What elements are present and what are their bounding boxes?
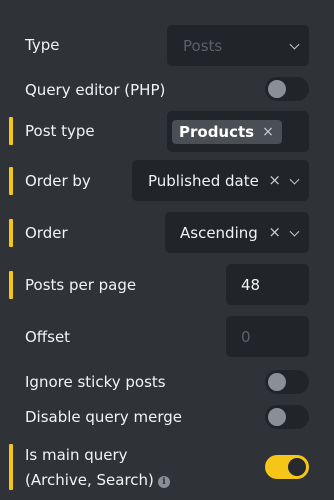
remove-tag-icon[interactable]: × xyxy=(262,125,274,139)
disable-merge-toggle[interactable] xyxy=(265,405,309,429)
posts-per-page-value: 48 xyxy=(241,275,261,294)
toggle-knob xyxy=(268,373,286,391)
order-by-select[interactable]: Published date × xyxy=(132,160,309,201)
disable-merge-label: Disable query merge xyxy=(25,408,182,426)
query-editor-toggle[interactable] xyxy=(265,77,309,101)
type-label: Type xyxy=(25,36,60,54)
offset-input[interactable]: 0 xyxy=(226,316,309,357)
ignore-sticky-toggle[interactable] xyxy=(265,370,309,394)
toggle-knob xyxy=(268,80,286,98)
toggle-knob xyxy=(268,408,286,426)
main-query-label-line1: Is main query xyxy=(25,446,128,464)
chevron-down-icon xyxy=(289,39,300,50)
offset-label: Offset xyxy=(25,328,71,346)
active-marker xyxy=(9,117,13,145)
order-label: Order xyxy=(25,224,68,242)
clear-icon[interactable]: × xyxy=(268,173,281,188)
info-icon[interactable]: i xyxy=(157,476,170,488)
chevron-down-icon xyxy=(289,174,300,185)
post-type-select[interactable]: Products × xyxy=(167,111,309,152)
main-query-toggle[interactable] xyxy=(265,455,309,479)
order-by-value: Published date xyxy=(148,171,259,190)
query-editor-label: Query editor (PHP) xyxy=(25,81,166,99)
active-marker xyxy=(9,167,13,195)
post-type-label: Post type xyxy=(25,122,95,140)
type-placeholder: Posts xyxy=(183,36,223,55)
order-by-label: Order by xyxy=(25,172,91,190)
order-value: Ascending xyxy=(180,223,258,242)
post-type-tag-label: Products xyxy=(179,122,255,141)
order-select[interactable]: Ascending × xyxy=(165,212,309,253)
offset-placeholder: 0 xyxy=(241,327,251,346)
type-select[interactable]: Posts xyxy=(167,25,309,66)
main-query-label-text: (Archive, Search) xyxy=(25,471,154,489)
ignore-sticky-label: Ignore sticky posts xyxy=(25,373,166,391)
active-marker xyxy=(9,444,13,490)
posts-per-page-input[interactable]: 48 xyxy=(226,264,309,305)
active-marker xyxy=(9,271,13,299)
posts-per-page-label: Posts per page xyxy=(25,276,137,294)
toggle-knob xyxy=(288,458,306,476)
chevron-down-icon xyxy=(289,226,300,237)
main-query-label-line2: (Archive, Search) i xyxy=(25,471,170,489)
post-type-tag: Products × xyxy=(172,119,282,144)
clear-icon[interactable]: × xyxy=(268,225,281,240)
active-marker xyxy=(9,219,13,247)
